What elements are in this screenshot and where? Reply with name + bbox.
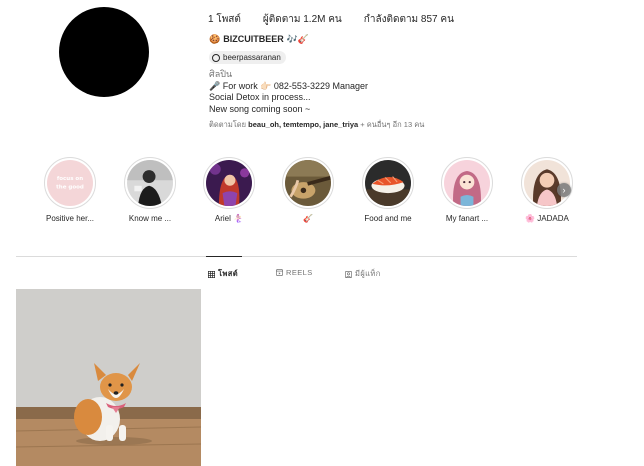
highlight-label: My fanart ... bbox=[445, 214, 489, 223]
highlight-item[interactable]: Food and me bbox=[356, 157, 420, 223]
highlight-label: Positive her... bbox=[45, 214, 95, 223]
tab-tagged[interactable]: มีผู้แท็ก bbox=[345, 268, 381, 280]
story-highlights: focus on the good Positive her... Know m… bbox=[38, 157, 578, 227]
bio-line: Social Detox in process... bbox=[209, 92, 311, 102]
bio-line: New song coming soon ~ bbox=[209, 103, 311, 114]
highlight-item[interactable]: My fanart ... bbox=[435, 157, 499, 223]
highlight-item[interactable]: 🎸 bbox=[276, 157, 340, 223]
followed-by-prefix: ติดตามโดย bbox=[209, 120, 247, 129]
highlight-label: Food and me bbox=[364, 214, 412, 223]
portrait-cover bbox=[127, 160, 173, 206]
post-thumbnail[interactable] bbox=[16, 289, 201, 466]
svg-text:the good: the good bbox=[56, 185, 84, 191]
profile-avatar[interactable] bbox=[59, 7, 149, 97]
mermaid-cover bbox=[206, 160, 252, 206]
active-tab-indicator bbox=[206, 256, 242, 257]
reels-icon bbox=[276, 269, 283, 276]
focus-on-the-good-cover: focus on the good bbox=[47, 160, 93, 206]
following-count[interactable]: กำลังติดตาม 857 คน bbox=[364, 12, 454, 27]
threads-link[interactable]: beerpassaranan bbox=[209, 51, 286, 64]
highlight-label: Know me ... bbox=[128, 214, 172, 223]
highlight-label: Ariel 🧜🏻‍♀️ bbox=[214, 214, 244, 223]
profile-handle: 🍪 BIZCUITBEER 🎶🎸 bbox=[209, 34, 309, 44]
tab-label: REELS bbox=[286, 268, 313, 277]
tabs-divider bbox=[16, 256, 577, 257]
tab-label: โพสต์ bbox=[218, 269, 239, 278]
tab-label: มีผู้แท็ก bbox=[355, 269, 381, 278]
followers-count[interactable]: ผู้ติดตาม 1.2M คน bbox=[263, 12, 342, 27]
svg-text:focus on: focus on bbox=[57, 176, 83, 182]
tab-posts[interactable]: โพสต์ bbox=[208, 268, 238, 280]
profile-bio: ศิลปิน 🎤 For work 👉🏻 082-553-3229 Manage… bbox=[209, 69, 368, 115]
threads-icon bbox=[212, 53, 220, 62]
bio-line: 🎤 For work 👉🏻 082-553-3229 Manager bbox=[209, 80, 368, 91]
fanart-cover bbox=[444, 160, 490, 206]
music-guitar-emoji: 🎶🎸 bbox=[286, 33, 310, 44]
followed-by-users: beau_oh, temtempo, jane_triya bbox=[248, 120, 359, 129]
highlight-label: 🎸 bbox=[303, 214, 313, 223]
followed-by-suffix: + คนอื่นๆ อีก 13 คน bbox=[360, 120, 425, 129]
corgi-photo bbox=[16, 289, 201, 466]
tab-reels[interactable]: REELS bbox=[276, 268, 313, 277]
followed-by[interactable]: ติดตามโดย beau_oh, temtempo, jane_triya … bbox=[209, 119, 424, 131]
handle-text: BIZCUITBEER bbox=[223, 34, 284, 44]
posts-count: 1 โพสต์ bbox=[208, 14, 241, 25]
profile-stats: 1 โพสต์ ผู้ติดตาม 1.2M คน กำลังติดตาม 85… bbox=[208, 12, 454, 27]
highlight-label: 🌸 JADADA bbox=[525, 214, 569, 223]
guitar-cover bbox=[285, 160, 331, 206]
cookie-emoji: 🍪 bbox=[209, 33, 221, 44]
bio-category: ศิลปิน bbox=[209, 69, 233, 79]
grid-icon bbox=[208, 270, 215, 278]
highlight-item[interactable]: Ariel 🧜🏻‍♀️ bbox=[197, 157, 261, 223]
highlight-item[interactable]: Know me ... bbox=[118, 157, 182, 223]
highlight-item[interactable]: focus on the good Positive her... bbox=[38, 157, 102, 223]
tagged-icon bbox=[345, 270, 352, 278]
chevron-right-icon[interactable]: › bbox=[557, 183, 571, 197]
threads-username: beerpassaranan bbox=[223, 53, 281, 62]
sushi-cover bbox=[365, 160, 411, 206]
